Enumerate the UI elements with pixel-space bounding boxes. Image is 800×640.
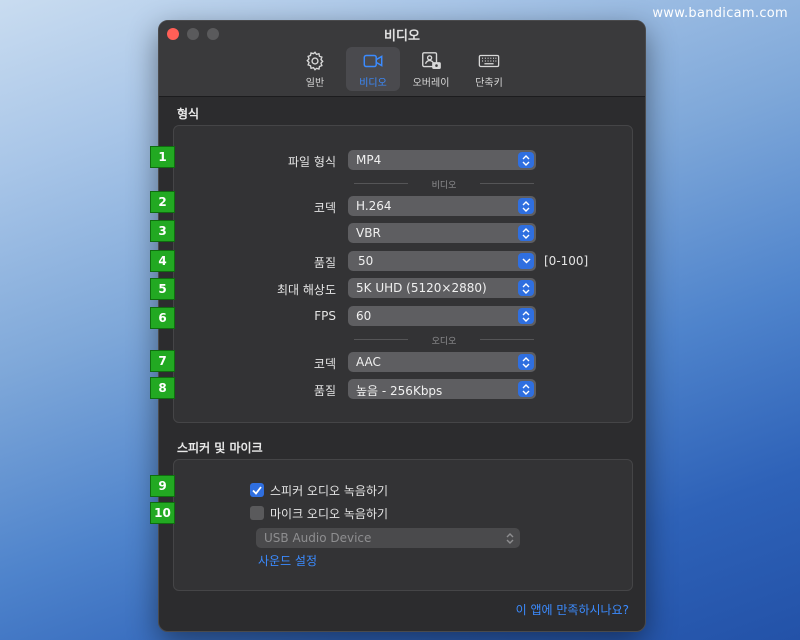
quality-combo[interactable]: 50: [348, 251, 536, 271]
title-bar: 비디오 일반 비디오 오버레이 단축키: [159, 21, 645, 97]
audio-quality-label: 품질: [313, 384, 336, 398]
quality-range: [0-100]: [544, 254, 589, 268]
speaker-mic-panel: 스피커 오디오 녹음하기 마이크 오디오 녹음하기 USB Audio Devi…: [173, 459, 633, 591]
max-resolution-row: 최대 해상도 5K UHD (5120×2880): [174, 278, 632, 298]
fps-value: 60: [356, 309, 372, 323]
tab-overlay-label: 오버레이: [412, 77, 450, 89]
audio-quality-value: 높음 - 256Kbps: [356, 384, 443, 398]
max-resolution-select[interactable]: 5K UHD (5120×2880): [348, 278, 536, 298]
file-format-label: 파일 형식: [288, 155, 336, 169]
updown-chevron-icon: [518, 381, 534, 397]
chevron-down-icon[interactable]: [518, 253, 534, 269]
updown-chevron-icon: [518, 308, 534, 324]
speaker-mic-section-title: 스피커 및 마이크: [177, 441, 263, 455]
annotation-badge-7: 7: [150, 350, 175, 372]
annotation-badge-6: 6: [150, 307, 175, 329]
bitrate-mode-row: VBR: [174, 223, 632, 243]
updown-chevron-icon: [518, 225, 534, 241]
annotation-badge-8: 8: [150, 377, 175, 399]
preferences-window: 비디오 일반 비디오 오버레이 단축키 형식 파일 형식 MP4 비디오 코덱 …: [158, 20, 646, 632]
video-camera-icon: [363, 54, 383, 67]
audio-divider: 오디오: [354, 334, 534, 347]
tab-video-label: 비디오: [359, 77, 387, 89]
quality-row: 품질 50 [0-100]: [174, 251, 632, 271]
record-speaker-row[interactable]: 스피커 오디오 녹음하기: [250, 481, 388, 499]
updown-chevron-icon: [502, 530, 518, 546]
tab-general-label: 일반: [305, 77, 325, 89]
updown-chevron-icon: [518, 198, 534, 214]
codec-label: 코덱: [313, 201, 336, 215]
tab-overlay[interactable]: 오버레이: [404, 47, 458, 91]
record-mic-label: 마이크 오디오 녹음하기: [270, 506, 389, 521]
tab-shortcuts[interactable]: 단축키: [462, 47, 516, 91]
quality-value: 50: [358, 254, 374, 268]
updown-chevron-icon: [518, 280, 534, 296]
quality-label: 품질: [313, 256, 336, 270]
format-section-title: 형식: [177, 107, 200, 121]
audio-quality-select[interactable]: 높음 - 256Kbps: [348, 379, 536, 399]
tab-shortcuts-label: 단축키: [475, 77, 503, 89]
audio-codec-label: 코덱: [313, 357, 336, 371]
annotation-badge-1: 1: [150, 146, 175, 168]
record-mic-row[interactable]: 마이크 오디오 녹음하기: [250, 504, 388, 522]
annotation-badge-9: 9: [150, 475, 175, 497]
codec-select[interactable]: H.264: [348, 196, 536, 216]
fps-label: FPS: [314, 309, 336, 323]
annotation-badge-10: 10: [150, 502, 175, 524]
tab-video[interactable]: 비디오: [346, 47, 400, 91]
fps-row: FPS 60: [174, 306, 632, 326]
max-resolution-value: 5K UHD (5120×2880): [356, 281, 487, 295]
max-resolution-label: 최대 해상도: [276, 283, 336, 297]
audio-codec-select[interactable]: AAC: [348, 352, 536, 372]
annotation-badge-3: 3: [150, 220, 175, 242]
audio-codec-row: 코덱 AAC: [174, 352, 632, 372]
bitrate-mode-select[interactable]: VBR: [348, 223, 536, 243]
updown-chevron-icon: [518, 152, 534, 168]
fps-select[interactable]: 60: [348, 306, 536, 326]
codec-row: 코덱 H.264: [174, 196, 632, 216]
annotation-badge-5: 5: [150, 278, 175, 300]
file-format-row: 파일 형식 MP4: [174, 150, 632, 170]
mic-device-select: USB Audio Device: [256, 528, 520, 548]
audio-codec-value: AAC: [356, 355, 381, 369]
file-format-select[interactable]: MP4: [348, 150, 536, 170]
bitrate-mode-value: VBR: [356, 226, 381, 240]
annotation-badge-2: 2: [150, 191, 175, 213]
format-panel: 파일 형식 MP4 비디오 코덱 H.264 VBR 품질 50 [0-100]…: [173, 125, 633, 423]
sound-settings-link[interactable]: 사운드 설정: [258, 552, 317, 569]
preferences-toolbar: 일반 비디오 오버레이 단축키: [159, 47, 645, 91]
file-format-value: MP4: [356, 153, 382, 167]
record-speaker-label: 스피커 오디오 녹음하기: [270, 483, 389, 498]
mic-device-row: USB Audio Device: [174, 528, 632, 548]
mic-device-value: USB Audio Device: [264, 531, 372, 545]
video-divider: 비디오: [354, 178, 534, 191]
gear-icon: [306, 50, 324, 71]
tab-general[interactable]: 일반: [288, 47, 342, 91]
window-title: 비디오: [384, 29, 420, 44]
audio-quality-row: 품질 높음 - 256Kbps: [174, 379, 632, 399]
updown-chevron-icon: [518, 354, 534, 370]
watermark: www.bandicam.com: [652, 6, 788, 21]
record-mic-checkbox[interactable]: [250, 506, 264, 520]
annotation-badge-4: 4: [150, 250, 175, 272]
overlay-icon: [422, 51, 441, 69]
keyboard-icon: [478, 54, 500, 67]
codec-value: H.264: [356, 199, 392, 213]
record-speaker-checkbox[interactable]: [250, 483, 264, 497]
checkmark-icon: [252, 485, 262, 495]
feedback-link[interactable]: 이 앱에 만족하시나요?: [516, 601, 629, 618]
